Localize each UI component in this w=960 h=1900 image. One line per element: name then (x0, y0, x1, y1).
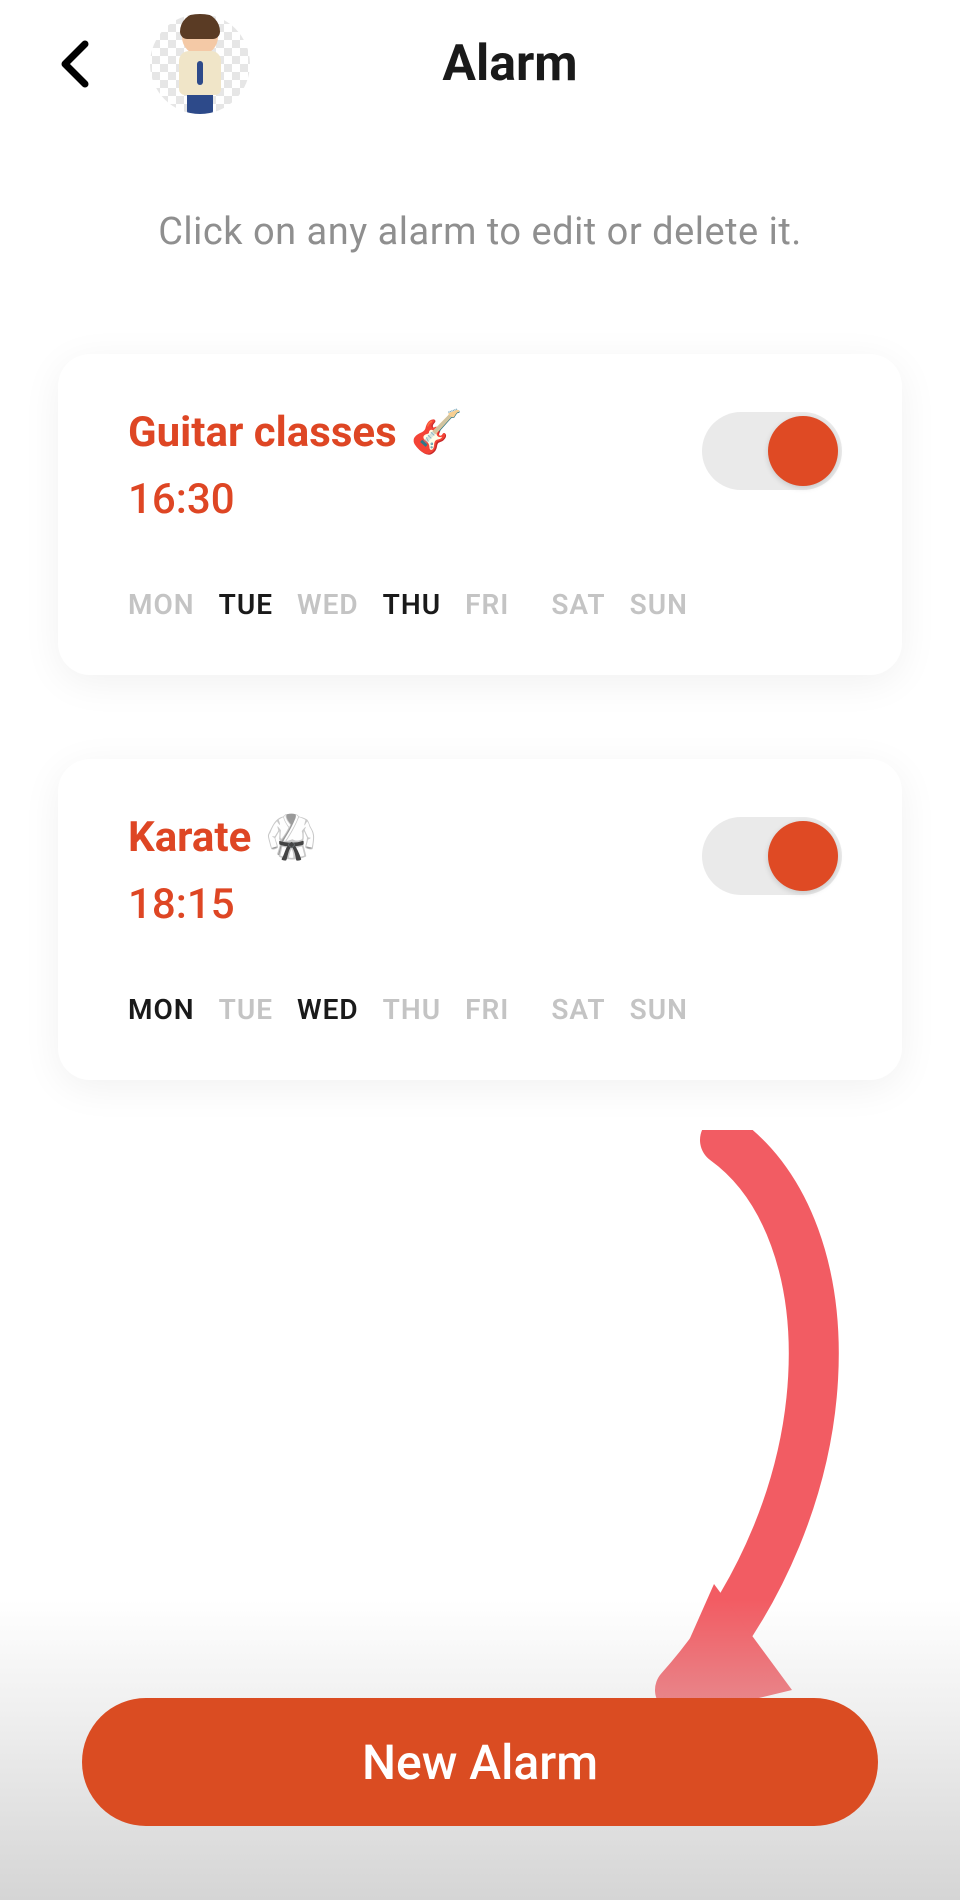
day-tue: TUE (219, 993, 273, 1026)
tutorial-arrow-icon (620, 1130, 920, 1770)
alarm-card[interactable]: Guitar classes 🎸 16:30 MON TUE WED THU F… (58, 354, 902, 675)
alarm-toggle[interactable] (702, 817, 842, 895)
day-wed: WED (297, 993, 359, 1026)
day-sat: SAT (551, 588, 605, 621)
day-row: MON TUE WED THU FRI SAT SUN (128, 993, 842, 1026)
alarm-time: 18:15 (128, 880, 318, 929)
alarm-list: Guitar classes 🎸 16:30 MON TUE WED THU F… (0, 354, 960, 1080)
day-thu: THU (383, 993, 441, 1026)
toggle-knob (768, 821, 838, 891)
instruction-text: Click on any alarm to edit or delete it. (0, 210, 960, 254)
header: Alarm (0, 0, 960, 100)
toggle-knob (768, 416, 838, 486)
back-button[interactable] (50, 39, 100, 89)
day-row: MON TUE WED THU FRI SAT SUN (128, 588, 842, 621)
day-thu: THU (383, 588, 441, 621)
new-alarm-button[interactable]: New Alarm (82, 1698, 878, 1826)
avatar[interactable] (150, 14, 250, 114)
day-sun: SUN (630, 993, 688, 1026)
alarm-toggle[interactable] (702, 412, 842, 490)
karate-icon: 🥋 (265, 817, 317, 859)
page-title: Alarm (250, 35, 770, 93)
alarm-name: Guitar classes (128, 408, 397, 457)
day-mon: MON (128, 993, 195, 1026)
avatar-figure-icon (179, 19, 221, 114)
day-fri: FRI (465, 993, 509, 1026)
day-sat: SAT (551, 993, 605, 1026)
day-tue: TUE (219, 588, 273, 621)
day-fri: FRI (465, 588, 509, 621)
new-alarm-label: New Alarm (362, 1734, 598, 1791)
day-sun: SUN (630, 588, 688, 621)
alarm-card[interactable]: Karate 🥋 18:15 MON TUE WED THU FRI SAT S… (58, 759, 902, 1080)
alarm-name: Karate (128, 813, 251, 862)
alarm-time: 16:30 (128, 475, 463, 524)
guitar-icon: 🎸 (411, 412, 463, 454)
day-wed: WED (297, 588, 359, 621)
chevron-left-icon (59, 40, 91, 88)
day-mon: MON (128, 588, 195, 621)
